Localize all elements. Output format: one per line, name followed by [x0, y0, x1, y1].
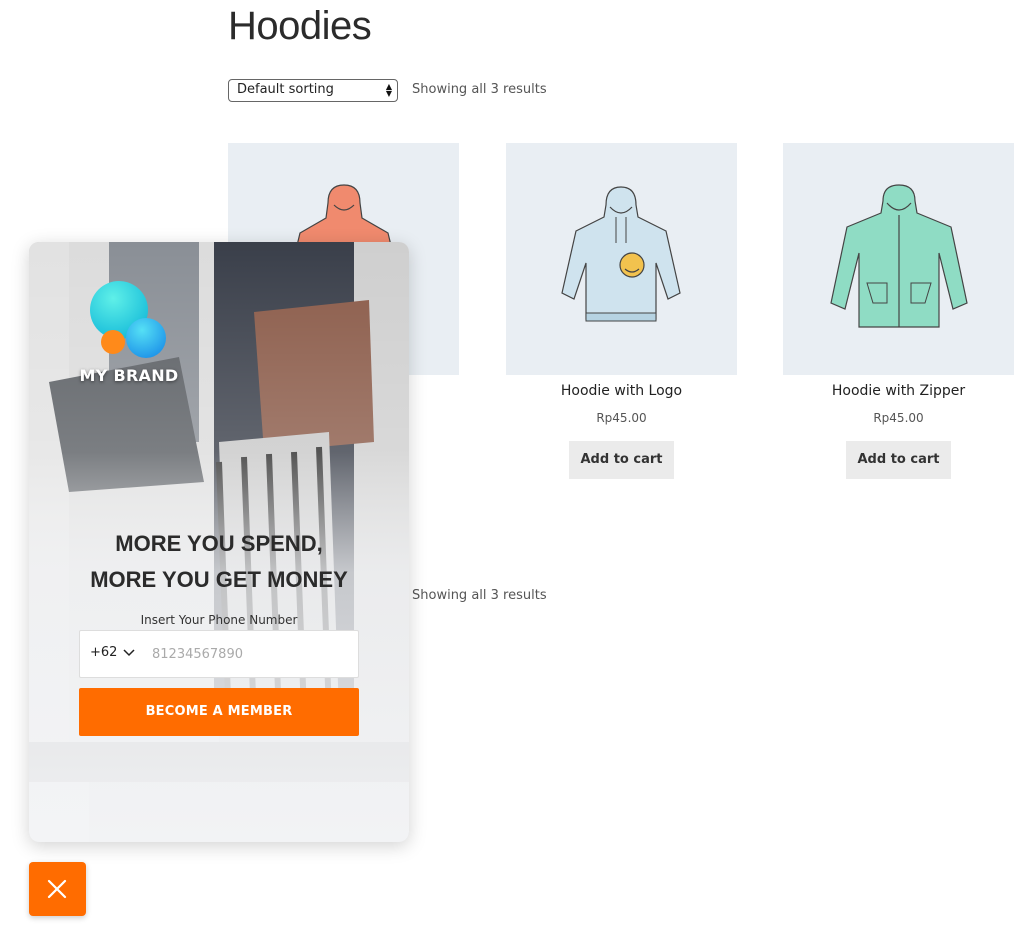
product-image[interactable]: [783, 143, 1014, 375]
become-member-button[interactable]: BECOME A MEMBER: [79, 688, 359, 736]
product-name[interactable]: Hoodie with Zipper: [783, 383, 1014, 399]
hoodie-with-logo-icon: [561, 186, 681, 322]
result-count: Showing all 3 results: [412, 82, 547, 97]
chevron-down-icon: [123, 648, 135, 656]
hoodie-with-zipper-icon: [830, 184, 968, 328]
product-price: Rp45.00: [596, 411, 647, 425]
brand-name: MY BRAND: [79, 366, 179, 385]
product-card: Hoodie with Logo Rp45.00 Add to cart: [506, 143, 737, 479]
page-title: Hoodies: [228, 4, 372, 48]
close-icon: [47, 879, 67, 899]
country-code-select[interactable]: +62: [90, 645, 135, 660]
close-popup-button[interactable]: [29, 862, 86, 916]
add-to-cart-button[interactable]: Add to cart: [846, 441, 951, 479]
phone-input-group: +62: [79, 630, 359, 678]
membership-popup: MY BRAND MORE YOU SPEND, MORE YOU GET MO…: [29, 242, 409, 842]
product-name[interactable]: Hoodie with Logo: [506, 383, 737, 399]
headline-line-1: MORE YOU SPEND,: [115, 531, 323, 556]
select-arrows-icon: ▲ ▼: [385, 82, 392, 98]
phone-number-input[interactable]: [152, 631, 352, 677]
country-code: +62: [90, 645, 118, 660]
phone-label: Insert Your Phone Number: [140, 613, 298, 627]
product-card: Hoodie with Zipper Rp45.00 Add to cart: [783, 143, 1014, 479]
product-price: Rp45.00: [873, 411, 924, 425]
product-image[interactable]: [506, 143, 737, 375]
sorting-selected-value: Default sorting: [237, 82, 334, 97]
sorting-select[interactable]: Default sorting ▲ ▼: [228, 79, 398, 102]
brand-logo-icon: [90, 281, 166, 358]
popup-headline: MORE YOU SPEND, MORE YOU GET MONEY: [29, 526, 409, 598]
result-count: Showing all 3 results: [412, 588, 547, 603]
add-to-cart-button[interactable]: Add to cart: [569, 441, 674, 479]
headline-line-2: MORE YOU GET MONEY: [90, 567, 348, 592]
